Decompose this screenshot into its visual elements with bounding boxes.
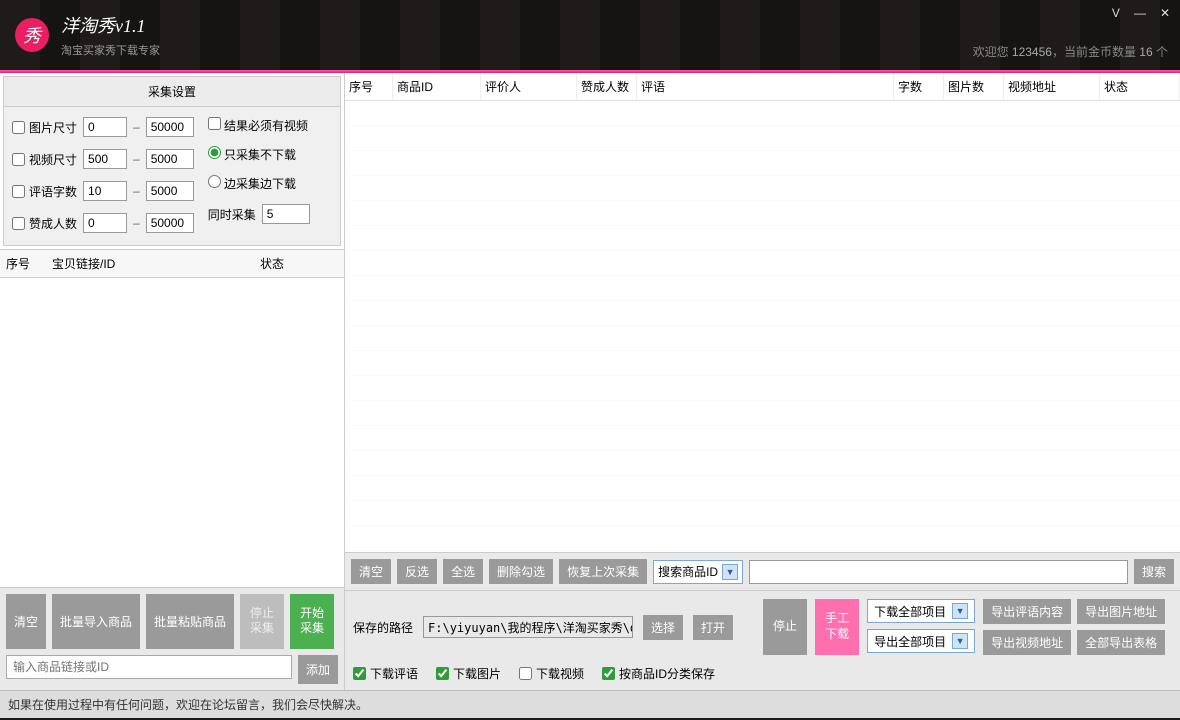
cmt-len-check[interactable]: 评语字数 [12,183,77,200]
clear-button[interactable]: 清空 [6,594,46,649]
vid-size-max[interactable] [146,149,194,169]
dl-comments-check[interactable]: 下载评语 [353,665,418,682]
stop-button[interactable]: 停止 [763,599,807,655]
concurrent-input[interactable] [262,204,310,224]
dl-pics-check[interactable]: 下载图片 [436,665,501,682]
save-path-label: 保存的路径 [353,619,413,636]
welcome-text: 欢迎您 123456，当前金币数量 16 个 [973,43,1168,60]
add-button[interactable]: 添加 [298,655,338,684]
chevron-down-icon[interactable]: ▼ [952,603,968,619]
likes-min[interactable] [83,213,127,233]
grid-selectall-button[interactable]: 全选 [443,559,483,584]
likes-max[interactable] [146,213,194,233]
concurrent-label: 同时采集 [208,206,256,223]
dl-videos-check[interactable]: 下载视频 [519,665,584,682]
result-grid-body[interactable] [345,101,1180,552]
export-all-button[interactable]: 全部导出表格 [1077,630,1165,655]
pic-size-max[interactable] [146,117,194,137]
left-grid-header: 序号 宝贝链接/ID 状态 [0,249,344,278]
bulk-paste-button[interactable]: 批量粘贴商品 [146,594,234,649]
close-icon[interactable]: ✕ [1160,6,1170,20]
pic-size-min[interactable] [83,117,127,137]
search-button[interactable]: 搜索 [1134,559,1174,584]
cmt-len-min[interactable] [83,181,127,201]
bottom-toolbar: 保存的路径 F:\yiyuyan\我的程序\洋淘买家秀\data 选择 打开 停… [345,590,1180,690]
bulk-import-button[interactable]: 批量导入商品 [52,594,140,649]
left-grid-body[interactable] [0,278,344,587]
chevron-down-icon[interactable]: ▼ [952,633,968,649]
status-bar: 如果在使用过程中有任何问题，欢迎在论坛留言，我们会尽快解决。 [0,690,1180,718]
chevron-down-icon[interactable]: ▼ [722,564,738,580]
save-path-field[interactable]: F:\yiyuyan\我的程序\洋淘买家秀\data [423,616,633,638]
grid-invert-button[interactable]: 反选 [397,559,437,584]
export-videos-button[interactable]: 导出视频地址 [983,630,1071,655]
download-scope-select[interactable]: 下载全部项目▼ [867,599,975,623]
app-logo: 秀 [15,18,49,52]
settings-panel: 采集设置 图片尺寸 – 视频尺寸 – 评语字数 – [3,76,341,246]
app-title: 洋淘秀v1.1 [61,12,160,38]
left-panel: 采集设置 图片尺寸 – 视频尺寸 – 评语字数 – [0,73,345,690]
selection-toolbar: 清空 反选 全选 删除勾选 恢复上次采集 搜索商品ID▼ 搜索 [345,552,1180,590]
collect-only-radio[interactable]: 只采集不下载 [208,146,310,163]
grid-clear-button[interactable]: 清空 [351,559,391,584]
app-subtitle: 淘宝买家秀下载专家 [61,42,160,58]
vid-size-min[interactable] [83,149,127,169]
menu-icon[interactable]: V [1112,6,1120,20]
split-by-id-check[interactable]: 按商品ID分类保存 [602,665,715,682]
stop-collect-button[interactable]: 停止 采集 [240,594,284,649]
settings-title: 采集设置 [4,77,340,107]
need-video-check[interactable]: 结果必须有视频 [208,117,310,134]
minimize-icon[interactable]: — [1134,6,1146,20]
search-input[interactable] [749,560,1128,584]
search-field-select[interactable]: 搜索商品ID▼ [653,560,743,584]
grid-restore-button[interactable]: 恢复上次采集 [559,559,647,584]
right-panel: 序号 商品ID 评价人 赞成人数 评语 字数 图片数 视频地址 状态 清空 反选… [345,73,1180,690]
choose-path-button[interactable]: 选择 [643,615,683,640]
export-pics-button[interactable]: 导出图片地址 [1077,599,1165,624]
result-grid-header: 序号 商品ID 评价人 赞成人数 评语 字数 图片数 视频地址 状态 [345,73,1180,101]
vid-size-check[interactable]: 视频尺寸 [12,151,77,168]
open-path-button[interactable]: 打开 [693,615,733,640]
likes-check[interactable]: 赞成人数 [12,215,77,232]
title-bar: 秀 洋淘秀v1.1 淘宝买家秀下载专家 V — ✕ 欢迎您 123456，当前金… [0,0,1180,70]
collect-download-radio[interactable]: 边采集边下载 [208,175,310,192]
product-url-input[interactable] [6,655,292,679]
left-bottom-bar: 清空 批量导入商品 批量粘贴商品 停止 采集 开始 采集 添加 [0,587,344,690]
export-comments-button[interactable]: 导出评语内容 [983,599,1071,624]
cmt-len-max[interactable] [146,181,194,201]
manual-download-button[interactable]: 手工 下载 [815,599,859,655]
export-scope-select[interactable]: 导出全部项目▼ [867,629,975,653]
grid-delete-checked-button[interactable]: 删除勾选 [489,559,553,584]
pic-size-check[interactable]: 图片尺寸 [12,119,77,136]
start-collect-button[interactable]: 开始 采集 [290,594,334,649]
